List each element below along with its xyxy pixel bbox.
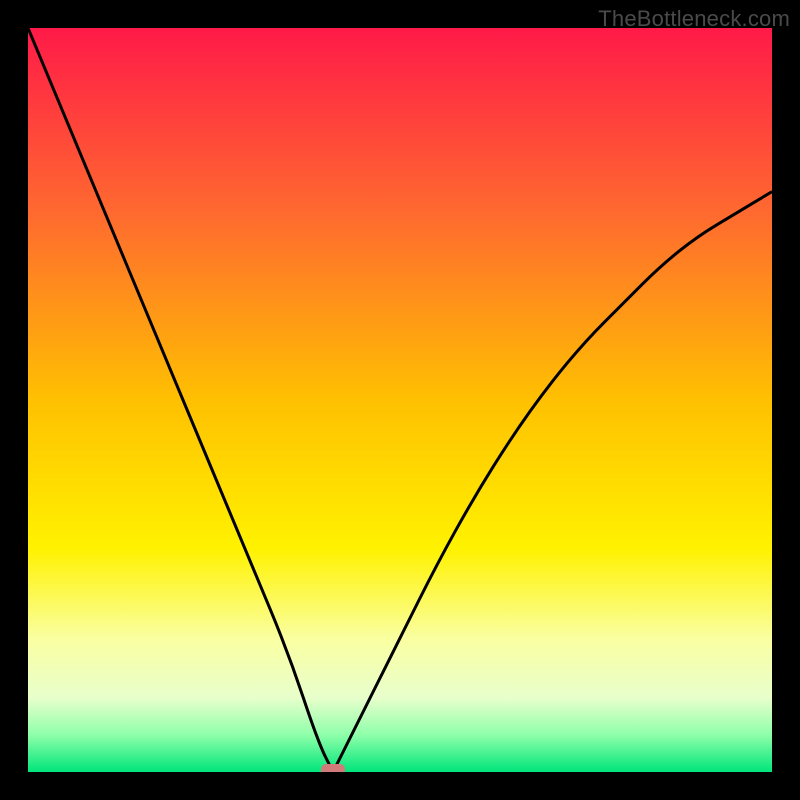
plot-area (28, 28, 772, 772)
chart-container: TheBottleneck.com (0, 0, 800, 800)
gradient-bg (28, 28, 772, 772)
watermark-text: TheBottleneck.com (598, 6, 790, 32)
chart-svg (28, 28, 772, 772)
vertex-marker (321, 764, 345, 772)
